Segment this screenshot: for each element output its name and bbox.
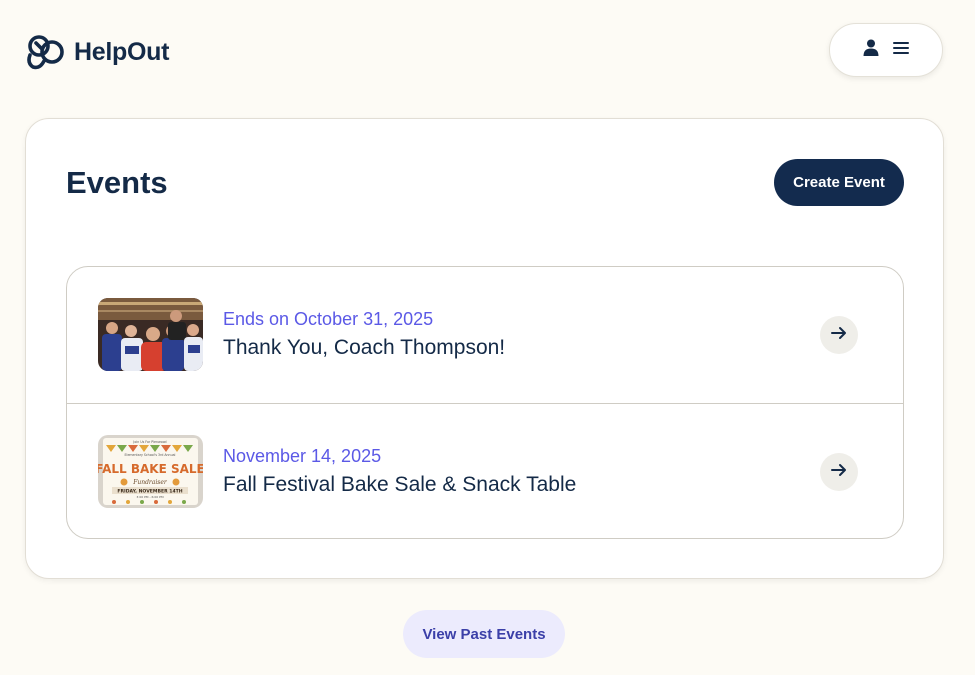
open-event-button[interactable] — [820, 316, 858, 354]
event-row[interactable]: Join Us For Plenwood Elementary School's… — [67, 403, 903, 538]
open-event-button[interactable] — [820, 453, 858, 491]
top-bar: HelpOut — [0, 0, 975, 100]
helpout-logo-icon — [24, 33, 68, 71]
page-title: Events — [66, 165, 168, 200]
person-icon — [863, 39, 879, 62]
arrow-right-icon — [831, 463, 847, 482]
event-title: Fall Festival Bake Sale & Snack Table — [223, 473, 577, 496]
flyer-top2-text: Elementary School's 3rd Annual — [125, 453, 176, 457]
event-list: Ends on October 31, 2025 Thank You, Coac… — [66, 266, 904, 539]
events-card: Events Create Event Ends on October 31, … — [25, 118, 944, 579]
event-thumbnail: Join Us For Plenwood Elementary School's… — [98, 435, 203, 508]
view-past-events-button[interactable]: View Past Events — [403, 610, 565, 658]
arrow-right-icon — [831, 326, 847, 345]
event-thumbnail — [98, 298, 203, 371]
user-menu-button[interactable] — [829, 23, 943, 77]
flyer-top-text: Join Us For Plenwood — [132, 440, 166, 444]
event-title: Thank You, Coach Thompson! — [223, 336, 506, 359]
flyer-date: FRIDAY, NOVEMBER 14TH — [117, 489, 182, 495]
hamburger-menu-icon — [893, 41, 909, 60]
event-row[interactable]: Ends on October 31, 2025 Thank You, Coac… — [67, 267, 903, 403]
flyer-time: 3:00 PM - 6:00 PM — [136, 495, 164, 499]
event-date: Ends on October 31, 2025 — [223, 309, 434, 329]
create-event-button[interactable]: Create Event — [774, 159, 904, 206]
app-name: HelpOut — [74, 37, 170, 66]
event-date: November 14, 2025 — [223, 446, 382, 466]
logo[interactable]: HelpOut — [24, 32, 169, 72]
flyer-headline: FALL BAKE SALE — [98, 462, 203, 476]
flyer-sub: Fundraiser — [132, 479, 168, 486]
